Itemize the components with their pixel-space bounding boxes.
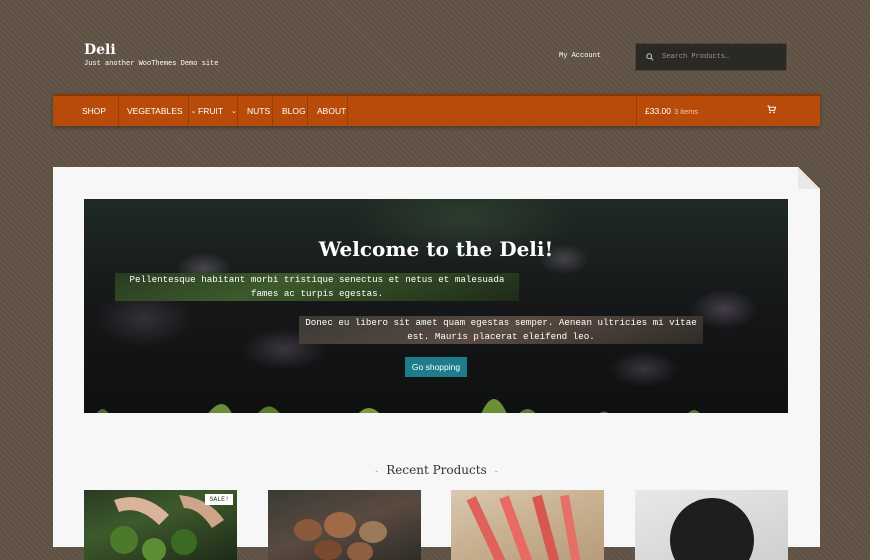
nav-item-label: Blog (282, 106, 306, 116)
cart-total: £33.00 (645, 106, 671, 116)
divider-dash: - (375, 467, 379, 477)
recent-products-heading: - Recent Products - (53, 463, 820, 477)
nav-item-label: Fruit (198, 106, 224, 116)
product-card-image[interactable] (451, 490, 604, 560)
go-shopping-button[interactable]: Go shopping (405, 357, 467, 377)
nav-item-nuts[interactable]: Nuts (238, 96, 273, 126)
nav-item-blog[interactable]: Blog (273, 96, 308, 126)
product-card-image[interactable] (268, 490, 421, 560)
shopping-cart-icon (767, 105, 776, 114)
nav-item-fruit[interactable]: Fruit ⌄ (189, 96, 238, 126)
nav-item-shop[interactable]: Shop (82, 96, 119, 126)
divider-dash: - (494, 467, 498, 477)
nav-item-label: Shop (82, 106, 107, 116)
recent-products-title: Recent Products (386, 463, 487, 477)
hero-banner: Welcome to the Deli! Pellentesque habita… (84, 199, 788, 413)
search-input[interactable] (660, 52, 784, 62)
sale-badge: SALE! (205, 494, 233, 505)
nav-item-label: About (317, 106, 347, 116)
nav-item-about[interactable]: About (308, 96, 348, 126)
search-icon (646, 53, 654, 61)
product-image-rhubarb (466, 494, 582, 560)
my-account-link[interactable]: My Account (559, 52, 601, 60)
product-image-potatoes (294, 512, 387, 560)
chevron-down-icon: ⌄ (231, 108, 237, 115)
site-title[interactable]: Deli (84, 42, 116, 58)
hero-paragraph-2: Donec eu libero sit amet quam egestas se… (299, 316, 703, 344)
nav-item-vegetables[interactable]: Vegetables ⌄ (119, 96, 196, 126)
product-card-image[interactable]: SALE! (84, 490, 237, 560)
main-nav: Shop Vegetables ⌄ Fruit ⌄ Nuts Blog Abou… (53, 94, 820, 126)
hero-title: Welcome to the Deli! (318, 237, 554, 261)
page-corner-fold (798, 167, 820, 189)
hero-paragraph-1: Pellentesque habitant morbi tristique se… (115, 273, 519, 301)
nav-item-label: Vegetables (127, 106, 183, 116)
nav-item-label: Nuts (247, 106, 271, 116)
cart-count: 3 items (674, 106, 699, 116)
content-area: Welcome to the Deli! Pellentesque habita… (53, 167, 820, 560)
cart-link[interactable]: £33.00 3 items (636, 96, 820, 126)
site-tagline: Just another WooThemes Demo site (84, 60, 219, 68)
leaves-decoration (97, 399, 700, 413)
product-card-image[interactable] (635, 490, 788, 560)
search-box[interactable] (635, 43, 787, 71)
product-image-bowl (670, 498, 754, 560)
